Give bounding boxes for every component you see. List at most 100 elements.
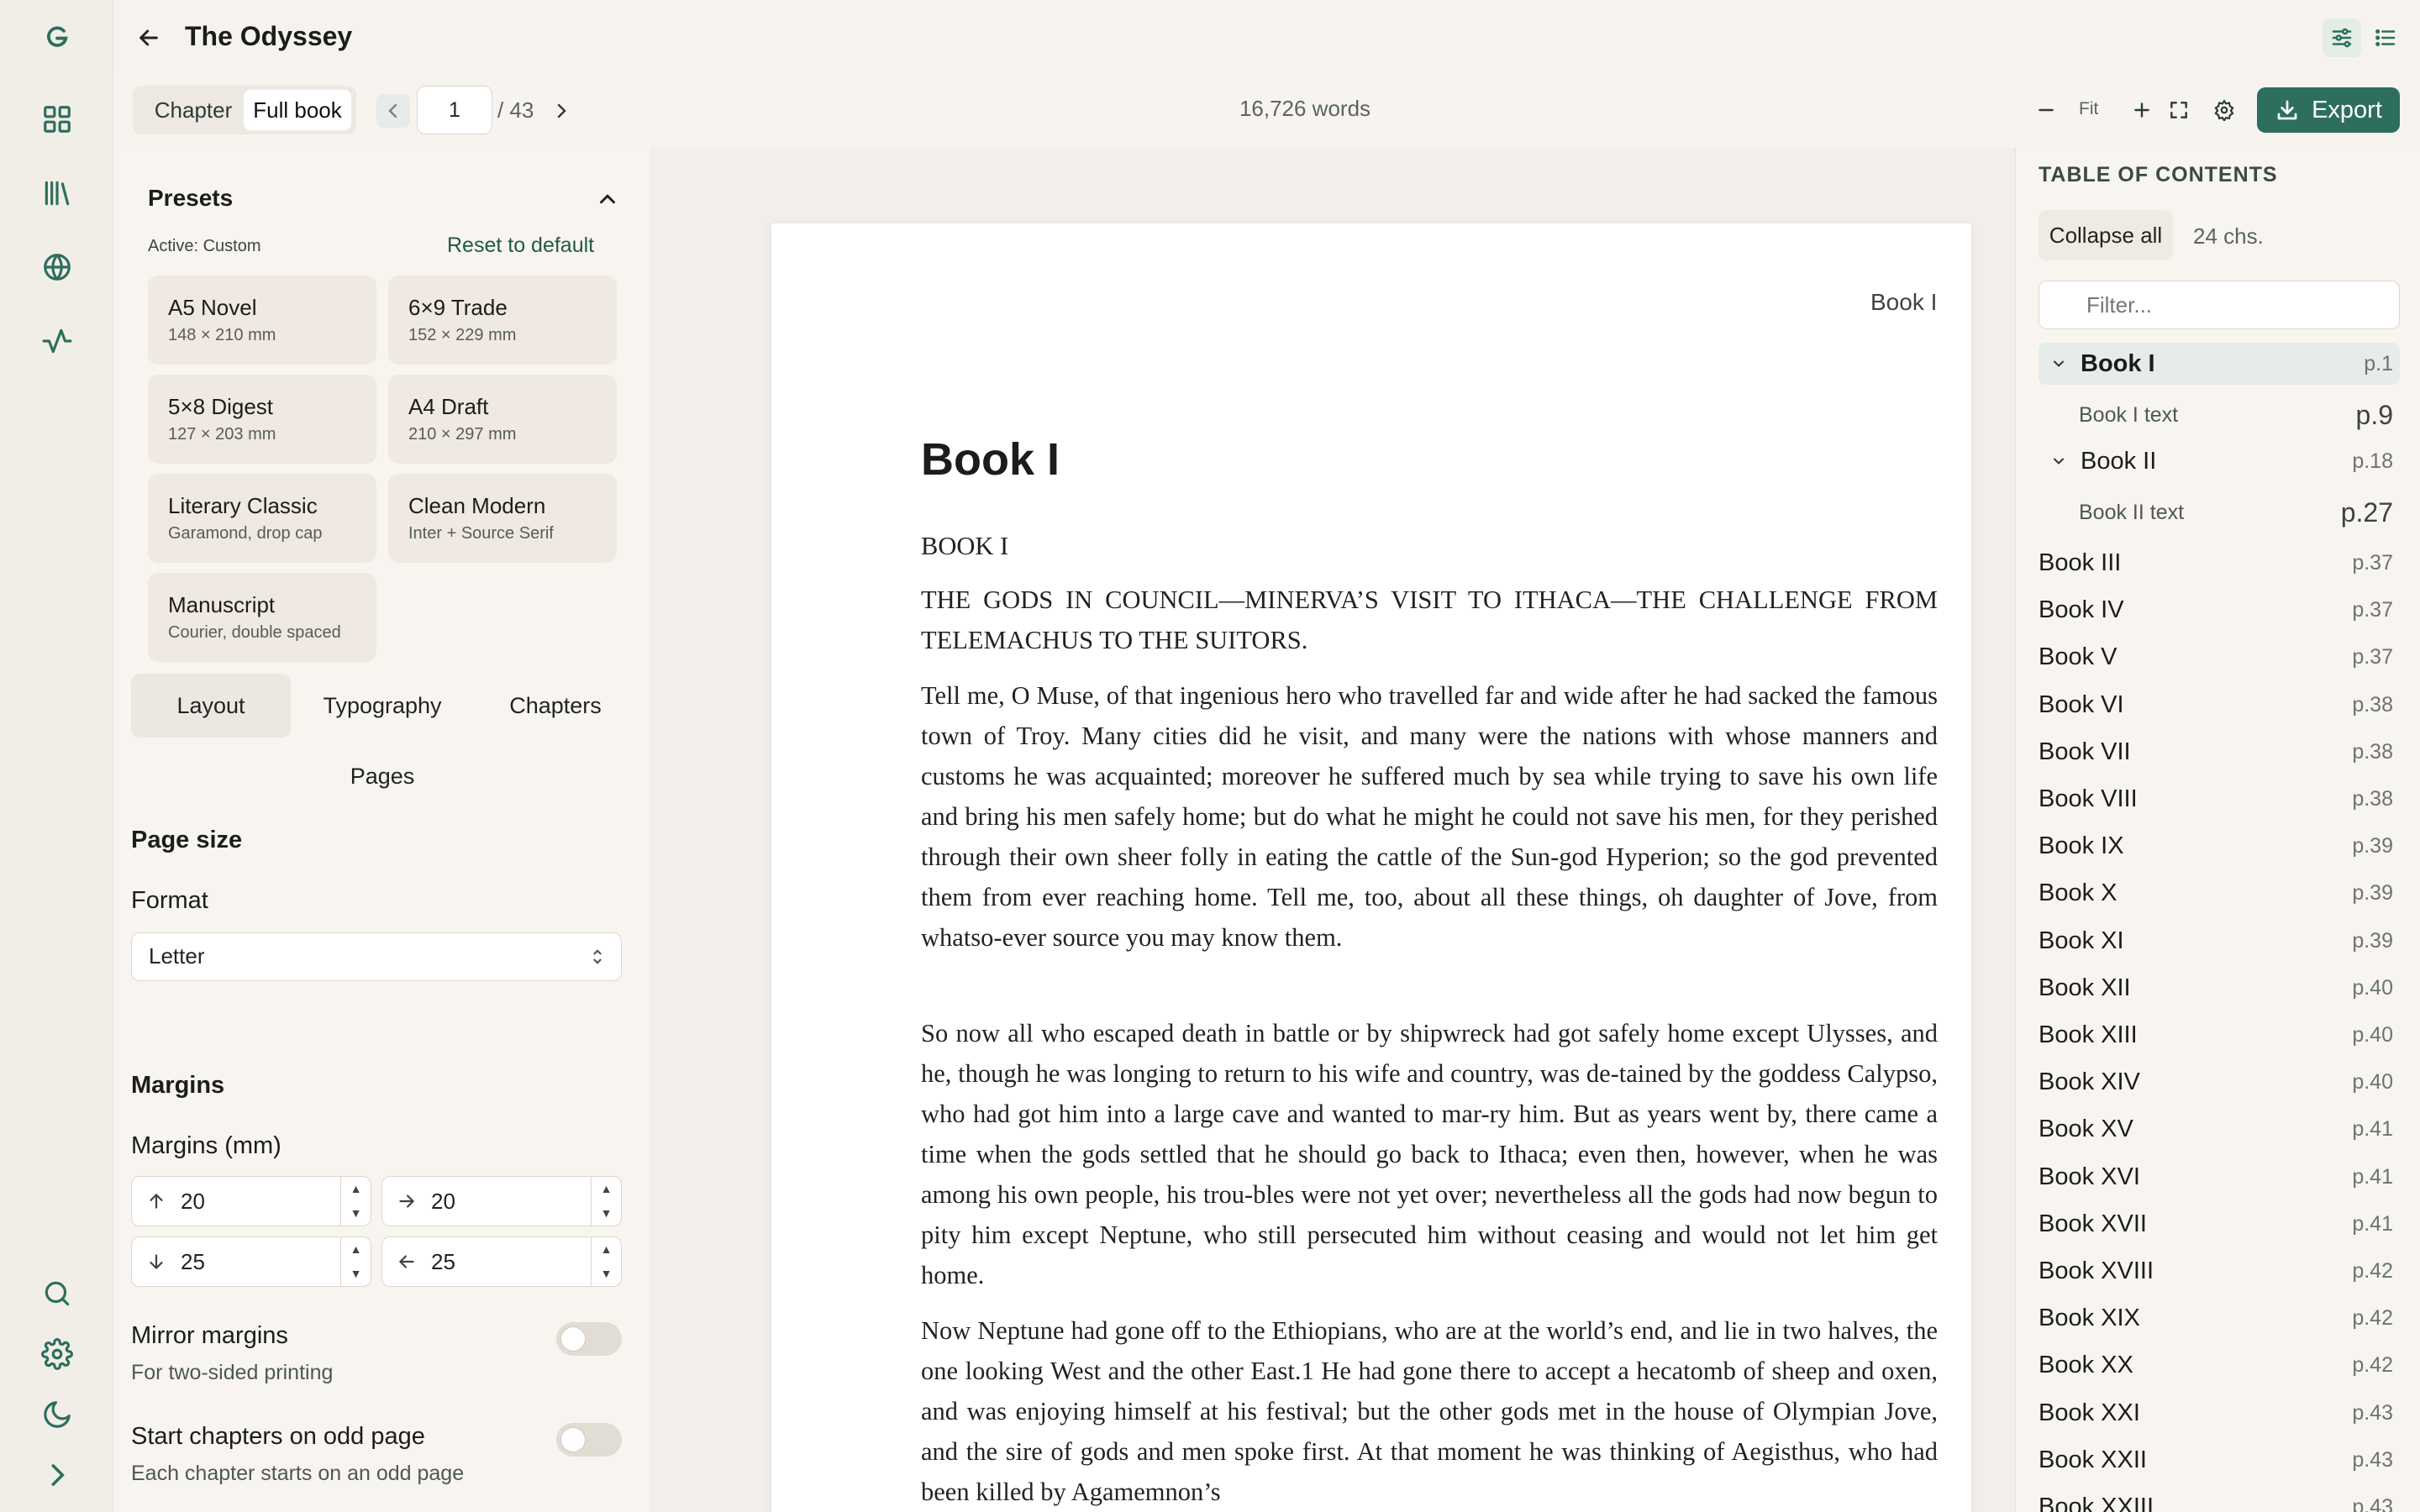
tab-typography[interactable]: Typography: [302, 674, 462, 738]
toc-label: Book XII: [2039, 974, 2131, 1001]
toc-item[interactable]: Book XVIII p.42: [2039, 1249, 2400, 1293]
chapter-view-button[interactable]: Chapter: [139, 90, 247, 130]
stepper[interactable]: ▲ ▼: [591, 1177, 621, 1226]
margin-left-field[interactable]: 25 ▲ ▼: [381, 1236, 622, 1287]
toc-filter-input[interactable]: [2039, 281, 2400, 329]
zoom-fit-button[interactable]: Fit: [2079, 99, 2098, 119]
stepper[interactable]: ▲ ▼: [591, 1237, 621, 1286]
toc-subitem[interactable]: Book II text p.27: [2039, 489, 2400, 536]
toc-item[interactable]: Book IV p.37: [2039, 588, 2400, 632]
app-logo-icon[interactable]: [34, 13, 81, 60]
toc-page: p.43: [2352, 1447, 2393, 1472]
margin-top-field[interactable]: 20 ▲ ▼: [131, 1176, 371, 1226]
prev-page-button[interactable]: [376, 94, 410, 128]
toc-subitem[interactable]: Book I text p.9: [2039, 391, 2400, 438]
toc-item[interactable]: Book XX p.42: [2039, 1343, 2400, 1387]
mirror-margins-toggle[interactable]: [556, 1322, 622, 1356]
moon-icon[interactable]: [34, 1391, 81, 1438]
preset-name: 5×8 Digest: [168, 394, 274, 419]
toc-label: Book VIII: [2039, 785, 2138, 812]
preset-name: A4 Draft: [408, 394, 489, 419]
next-page-button[interactable]: [544, 94, 578, 128]
toc-page: p.37: [2352, 598, 2393, 622]
toc-item[interactable]: Book I p.1: [2039, 343, 2400, 385]
sliders-icon[interactable]: [2323, 18, 2361, 57]
preset-desc: 210 × 297 mm: [408, 425, 517, 444]
preset-card[interactable]: Clean Modern Inter + Source Serif: [388, 474, 617, 563]
toc-item[interactable]: Book XIII p.40: [2039, 1013, 2400, 1057]
settings-icon[interactable]: [34, 1331, 81, 1378]
margins-section-title: Margins: [131, 1072, 225, 1099]
library-icon[interactable]: [34, 170, 81, 217]
list-icon[interactable]: [2366, 18, 2405, 57]
odd-page-toggle[interactable]: [556, 1423, 622, 1457]
chevron-down-icon[interactable]: [2050, 355, 2067, 372]
toc-page: p.39: [2352, 834, 2393, 858]
page-number-input[interactable]: [417, 86, 492, 134]
toc-item[interactable]: Book XXII p.43: [2039, 1438, 2400, 1482]
margin-bottom-field[interactable]: 25 ▲ ▼: [131, 1236, 371, 1287]
toc-item[interactable]: Book XIX p.42: [2039, 1296, 2400, 1340]
grid-icon[interactable]: [34, 96, 81, 143]
zoom-out-button[interactable]: [2028, 92, 2064, 128]
toc-page: p.42: [2352, 1353, 2393, 1378]
format-label: Format: [131, 887, 208, 914]
toc-page: p.41: [2352, 1211, 2393, 1236]
toc-item[interactable]: Book VII p.38: [2039, 730, 2400, 774]
search-icon[interactable]: [34, 1270, 81, 1317]
preset-name: Clean Modern: [408, 493, 546, 518]
toc-page: p.37: [2352, 551, 2393, 575]
toc-item[interactable]: Book XII p.40: [2039, 966, 2400, 1010]
toc-item[interactable]: Book IX p.39: [2039, 824, 2400, 868]
preset-desc: 127 × 203 mm: [168, 425, 276, 444]
stepper[interactable]: ▲ ▼: [340, 1177, 371, 1226]
toc-item[interactable]: Book XVI p.41: [2039, 1155, 2400, 1199]
tab-chapters[interactable]: Chapters: [476, 674, 635, 738]
toc-item[interactable]: Book V p.37: [2039, 635, 2400, 679]
toc-label: Book XV: [2039, 1116, 2133, 1143]
tab-pages[interactable]: Pages: [302, 744, 462, 808]
format-value: Letter: [149, 943, 205, 969]
preset-card[interactable]: Literary Classic Garamond, drop cap: [148, 474, 376, 563]
fullscreen-icon[interactable]: [2161, 92, 2196, 128]
toc-label: Book XXII: [2039, 1446, 2147, 1473]
toc-item[interactable]: Book XXIII p.43: [2039, 1485, 2400, 1512]
chevron-right-icon[interactable]: [34, 1452, 81, 1499]
toc-item[interactable]: Book XVII p.41: [2039, 1202, 2400, 1246]
activity-icon[interactable]: [34, 318, 81, 365]
preset-card[interactable]: 5×8 Digest 127 × 203 mm: [148, 375, 376, 464]
toc-item[interactable]: Book XXI p.43: [2039, 1391, 2400, 1435]
export-button[interactable]: Export: [2257, 87, 2400, 133]
toc-item[interactable]: Book VIII p.38: [2039, 777, 2400, 821]
globe-icon[interactable]: [34, 244, 81, 291]
toc-item[interactable]: Book XIV p.40: [2039, 1060, 2400, 1104]
collapse-all-button[interactable]: Collapse all: [2039, 210, 2173, 260]
preset-card[interactable]: Manuscript Courier, double spaced: [148, 573, 376, 662]
toc-item[interactable]: Book VI p.38: [2039, 683, 2400, 727]
toc-item[interactable]: Book III p.37: [2039, 541, 2400, 585]
chevron-up-icon[interactable]: [595, 186, 620, 212]
preset-card[interactable]: A5 Novel 148 × 210 mm: [148, 276, 376, 365]
toc-page: p.1: [2364, 352, 2393, 375]
paragraph: So now all who escaped death in battle o…: [921, 1019, 1938, 1289]
preset-desc: Courier, double spaced: [168, 623, 341, 642]
back-arrow-icon[interactable]: [126, 15, 171, 60]
zoom-in-button[interactable]: [2124, 92, 2160, 128]
toc-item[interactable]: Book XV p.41: [2039, 1107, 2400, 1151]
full-book-view-button[interactable]: Full book: [244, 90, 351, 130]
document-title: The Odyssey: [185, 21, 353, 51]
toc-item[interactable]: Book II p.18: [2039, 440, 2400, 482]
toc-item[interactable]: Book XI p.39: [2039, 919, 2400, 963]
tab-layout[interactable]: Layout: [131, 674, 291, 738]
reset-to-default-link[interactable]: Reset to default: [447, 234, 594, 258]
margin-right-field[interactable]: 20 ▲ ▼: [381, 1176, 622, 1226]
preset-card[interactable]: A4 Draft 210 × 297 mm: [388, 375, 617, 464]
running-head: Book I: [1870, 289, 1938, 315]
toc-page: p.38: [2352, 692, 2393, 717]
chevron-down-icon[interactable]: [2050, 453, 2067, 470]
stepper[interactable]: ▲ ▼: [340, 1237, 371, 1286]
format-select[interactable]: Letter: [131, 932, 622, 981]
preset-card[interactable]: 6×9 Trade 152 × 229 mm: [388, 276, 617, 365]
toc-item[interactable]: Book X p.39: [2039, 871, 2400, 915]
page-settings-icon[interactable]: [2207, 92, 2242, 128]
